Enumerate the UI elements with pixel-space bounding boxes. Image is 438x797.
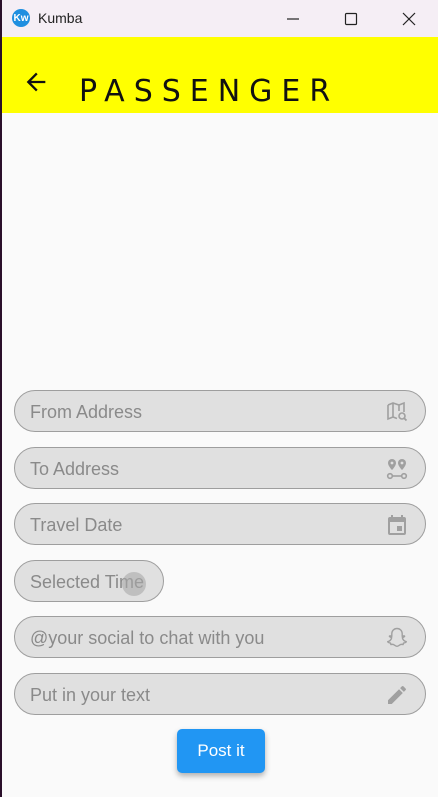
time-picker-indicator — [122, 572, 146, 596]
from-address-placeholder: From Address — [30, 402, 143, 422]
selected-time-field[interactable]: Selected Time — [14, 560, 164, 602]
title-bar: Kw Kumba — [2, 0, 438, 37]
to-address-field[interactable]: To Address — [14, 447, 426, 489]
travel-date-field[interactable]: Travel Date — [14, 503, 426, 545]
post-it-button[interactable]: Post it — [177, 729, 265, 773]
maximize-icon — [344, 12, 358, 25]
free-text-field[interactable]: Put in your text — [14, 673, 426, 715]
close-icon — [402, 12, 416, 25]
calendar-icon — [388, 515, 406, 535]
page-title: PASSENGER — [79, 74, 340, 109]
route-pins-icon — [386, 459, 408, 480]
arrow-back-icon[interactable] — [22, 68, 50, 96]
minimize-button[interactable] — [264, 0, 322, 37]
close-button[interactable] — [380, 0, 438, 37]
app-window: Kw Kumba PASSENGER From Address To Addre… — [2, 0, 438, 797]
free-text-placeholder: Put in your text — [30, 685, 151, 705]
travel-date-placeholder: Travel Date — [30, 515, 123, 535]
maximize-button[interactable] — [322, 0, 380, 37]
snapchat-ghost-icon — [387, 627, 407, 647]
minimize-icon — [287, 17, 299, 20]
app-bar: PASSENGER — [2, 37, 438, 113]
window-title: Kumba — [38, 10, 83, 26]
map-search-icon — [387, 401, 408, 422]
pencil-icon — [388, 685, 406, 704]
from-address-field[interactable]: From Address — [14, 390, 426, 432]
social-handle-field[interactable]: @your social to chat with you — [14, 616, 426, 658]
to-address-placeholder: To Address — [30, 459, 120, 479]
social-handle-placeholder: @your social to chat with you — [30, 628, 265, 648]
app-logo-icon: Kw — [12, 9, 30, 27]
